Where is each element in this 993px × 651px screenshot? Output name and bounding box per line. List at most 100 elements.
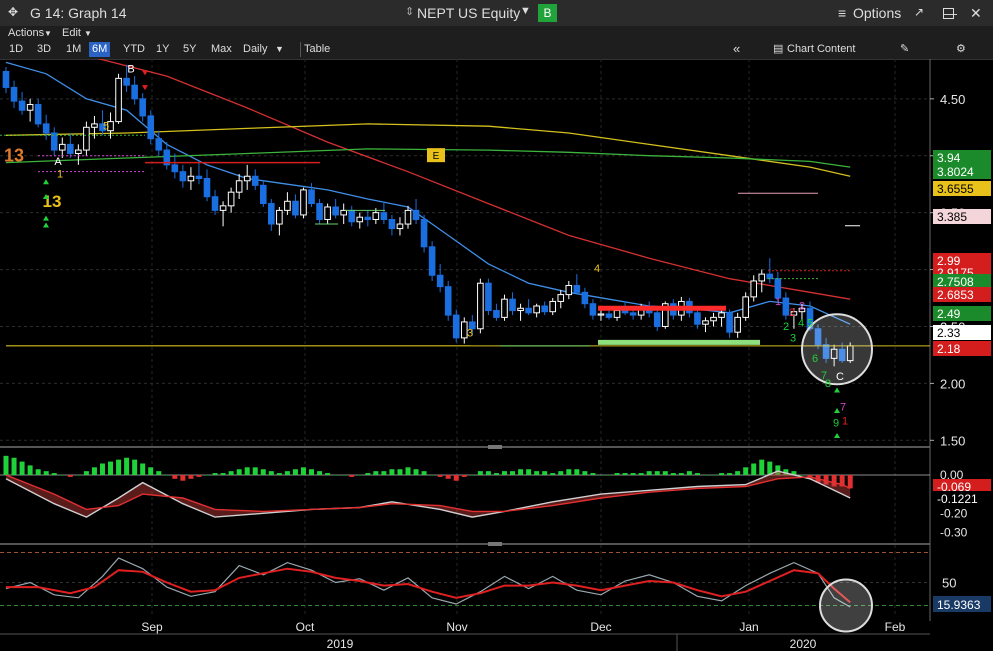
macd-histogram-bar xyxy=(148,467,154,475)
move-icon[interactable]: ✥ xyxy=(8,5,18,19)
options-button[interactable]: Options xyxy=(853,5,901,21)
candle-body xyxy=(348,209,356,223)
bloomberg-badge[interactable]: B xyxy=(538,4,557,22)
candle-body xyxy=(235,180,243,193)
sequence-count-label: 2 xyxy=(799,300,805,312)
sequence-count-label: 3 xyxy=(467,328,473,340)
price-badge-label: 3.8024 xyxy=(937,165,974,179)
macd-histogram-bar xyxy=(686,471,692,475)
range-toolbar: 1D 3D 1M 6M YTD 1Y 5Y Max Daily ▼ Table … xyxy=(0,41,993,60)
macd-histogram-bar xyxy=(646,471,652,475)
arrow-up-icon xyxy=(834,433,840,439)
arrow-up-icon xyxy=(43,179,49,185)
candle-body xyxy=(356,216,364,223)
macd-histogram-bar xyxy=(381,471,387,475)
price-badge-label: 2.33 xyxy=(937,326,961,340)
candle-body xyxy=(758,273,766,282)
title-bar: ✥ G 14: Graph 14 ⇕ NEPT US Equity ▼ B ≡ … xyxy=(0,0,993,27)
chart-content-button[interactable]: Chart Content xyxy=(784,42,858,57)
macd-histogram-bar xyxy=(638,473,644,475)
candle-body xyxy=(10,86,18,102)
range-button-3d[interactable]: 3D xyxy=(34,42,54,57)
candle-body xyxy=(259,184,267,205)
macd-histogram-bar xyxy=(196,474,202,477)
macd-histogram-bar xyxy=(694,473,700,475)
candle-body xyxy=(533,305,540,314)
chevron-down-icon[interactable]: ▼ xyxy=(520,5,531,17)
range-button-6m[interactable]: 6M xyxy=(89,42,111,57)
candle-body xyxy=(420,218,428,248)
close-icon[interactable]: ✕ xyxy=(970,5,982,22)
expand-icon[interactable]: ↗ xyxy=(914,5,924,19)
macd-histogram-bar xyxy=(99,463,105,475)
macd-histogram-bar xyxy=(711,474,717,476)
chart-area[interactable]: 1313EABC11122233445567789 4.504.003.503.… xyxy=(0,59,993,651)
macd-histogram-bar xyxy=(132,459,138,475)
panel-resize-handle xyxy=(488,445,502,449)
frequency-chevron-icon[interactable]: ▼ xyxy=(272,42,287,57)
candle-body xyxy=(605,313,613,318)
price-badge-label: 2.7508 xyxy=(937,275,974,289)
macd-histogram-bar xyxy=(598,474,604,476)
ticker-label[interactable]: NEPT US Equity xyxy=(417,5,520,21)
sequence-count-label: 9 xyxy=(833,418,839,430)
macd-histogram-bar xyxy=(727,473,733,475)
macd-histogram-bar xyxy=(582,471,588,475)
highlight-circle xyxy=(819,578,873,633)
sequence-count-label: 6 xyxy=(812,353,818,365)
sequence-count-label: 5 xyxy=(103,121,109,133)
macd-histogram-bar xyxy=(453,474,459,481)
range-button-1y[interactable]: 1Y xyxy=(153,42,172,57)
candle-body xyxy=(268,203,275,225)
restore-icon[interactable] xyxy=(943,8,954,19)
candle-body xyxy=(750,280,758,298)
macd-histogram-bar xyxy=(244,467,250,475)
edit-chevron-icon[interactable]: ▼ xyxy=(84,29,92,38)
macd-histogram-bar xyxy=(341,474,347,476)
sequence-count-label: E xyxy=(433,151,440,162)
range-button-5y[interactable]: 5Y xyxy=(180,42,199,57)
candle-body xyxy=(42,123,50,134)
edit-menu[interactable]: Edit xyxy=(62,27,81,39)
pencil-icon[interactable]: ✎ xyxy=(897,42,912,57)
sequence-count-label: 7 xyxy=(840,402,846,414)
double-chevron-left-icon[interactable]: « xyxy=(730,41,743,56)
candle-body xyxy=(155,138,163,151)
ticker-dropdown-arrow-icon[interactable]: ⇕ xyxy=(405,5,414,18)
macd-histogram-bar xyxy=(566,469,572,475)
candle-body xyxy=(525,307,532,314)
macd-histogram-bar xyxy=(317,471,323,475)
frequency-select[interactable]: Daily xyxy=(240,42,270,57)
menu-icon[interactable]: ≡ xyxy=(838,5,846,21)
month-axis-label: Feb xyxy=(885,620,906,634)
candle-body xyxy=(34,104,42,125)
price-badge-label: 15.9363 xyxy=(937,598,981,612)
range-button-1d[interactable]: 1D xyxy=(6,42,26,57)
macd-histogram-bar xyxy=(140,463,146,475)
macd-histogram-bar xyxy=(236,469,242,475)
candle-body xyxy=(493,310,500,318)
range-button-max[interactable]: Max xyxy=(208,42,235,57)
sequence-count-label: 2 xyxy=(783,321,789,333)
macd-fill-area xyxy=(6,471,851,518)
macd-histogram-bar xyxy=(309,469,315,475)
macd-histogram-bar xyxy=(445,474,451,479)
macd-histogram-bar xyxy=(59,474,65,476)
actions-menu[interactable]: Actions xyxy=(8,27,44,39)
table-button[interactable]: Table xyxy=(300,42,333,57)
macd-histogram-bar xyxy=(670,473,676,475)
macd-histogram-bar xyxy=(3,455,9,475)
gear-icon[interactable]: ⚙ xyxy=(953,42,969,57)
macd-histogram-bar xyxy=(156,471,162,475)
actions-chevron-icon[interactable]: ▼ xyxy=(44,29,52,38)
candle-body xyxy=(621,310,629,314)
range-button-ytd[interactable]: YTD xyxy=(120,42,148,57)
macd-histogram-bar xyxy=(164,474,170,476)
candle-body xyxy=(292,200,299,216)
candle-body xyxy=(581,291,589,305)
range-button-1m[interactable]: 1M xyxy=(63,42,84,57)
window-title: G 14: Graph 14 xyxy=(30,5,127,21)
macd-histogram-bar xyxy=(558,471,564,475)
candle-body xyxy=(782,297,790,316)
price-axis-label: 2.00 xyxy=(940,376,965,391)
